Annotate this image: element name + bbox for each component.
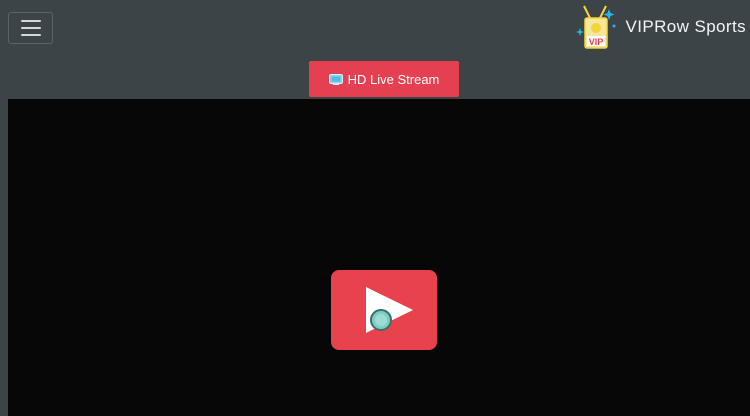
brand-name: VIPRow Sports: [625, 17, 746, 36]
menu-bar-icon: [20, 27, 41, 29]
header: VIP VIPRow Sports: [0, 0, 750, 56]
hd-live-stream-label: HD Live Stream: [347, 71, 440, 87]
svg-text:VIP: VIP: [588, 37, 603, 47]
page: VIP VIPRow Sports HD Live Stream: [0, 0, 750, 416]
menu-bar-icon: [20, 20, 41, 22]
hd-live-stream-button[interactable]: HD Live Stream: [309, 61, 459, 97]
video-player[interactable]: [8, 99, 750, 416]
play-button[interactable]: [331, 270, 437, 350]
brand-link[interactable]: VIP VIPRow Sports: [574, 4, 746, 50]
tv-icon: [328, 74, 343, 85]
hamburger-menu-button[interactable]: [8, 12, 53, 44]
menu-bar-icon: [20, 34, 41, 36]
vip-tv-logo-icon: VIP: [575, 5, 616, 49]
play-icon: [366, 287, 413, 333]
